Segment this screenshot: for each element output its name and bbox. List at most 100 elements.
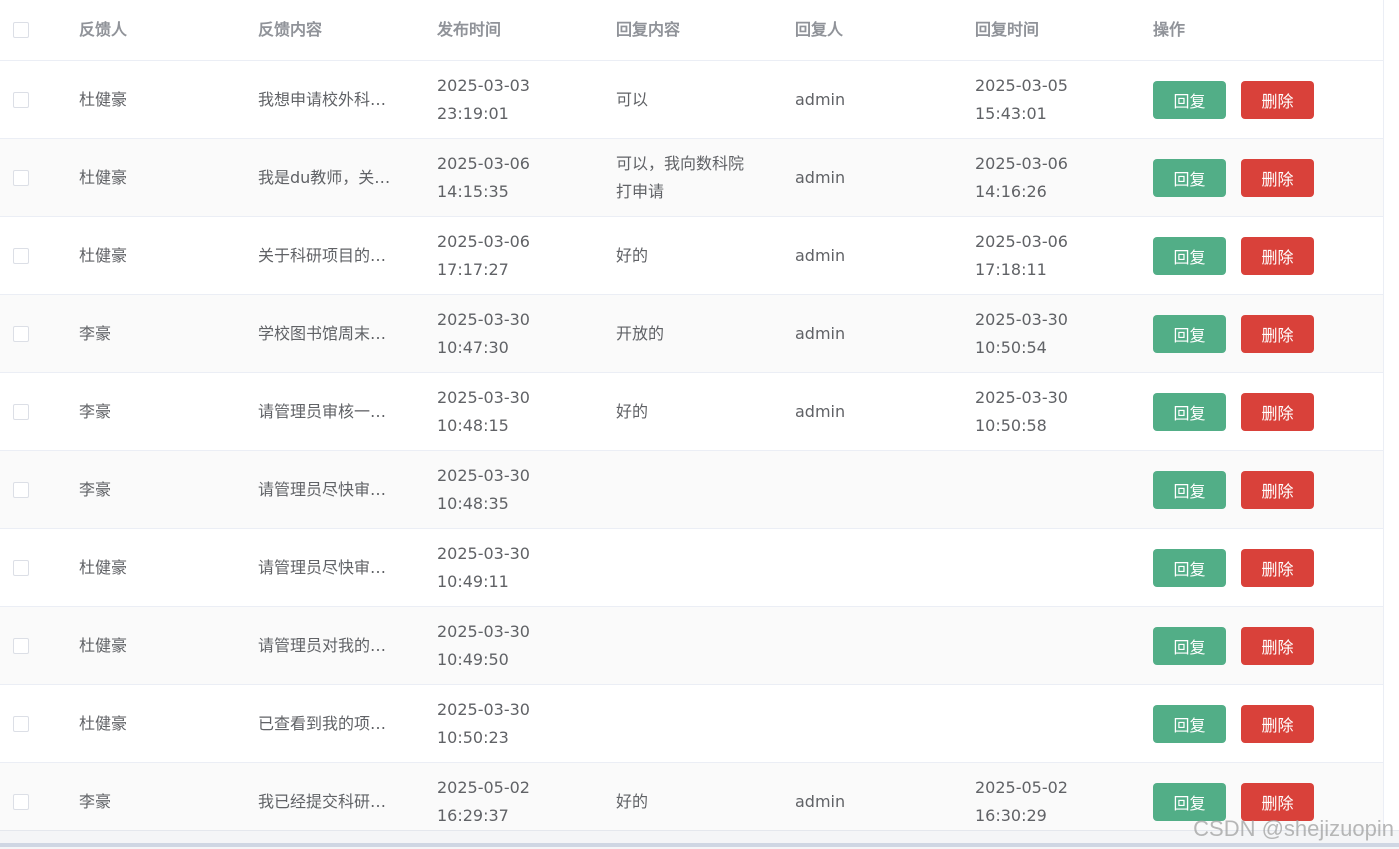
delete-button[interactable]: 删除 <box>1241 471 1314 509</box>
actions-cell: 回复删除 <box>1153 139 1383 216</box>
reply-button[interactable]: 回复 <box>1153 783 1226 821</box>
actions-cell: 回复删除 <box>1153 295 1383 372</box>
reply-time-cell <box>975 607 1145 684</box>
feedback-user: 李豪 <box>79 763 249 840</box>
row-checkbox[interactable] <box>13 170 29 186</box>
row-checkbox[interactable] <box>13 482 29 498</box>
reply-button[interactable]: 回复 <box>1153 627 1226 665</box>
reply-date: 2025-05-02 <box>975 774 1068 802</box>
row-checkbox[interactable] <box>13 326 29 342</box>
feedback-user: 李豪 <box>79 295 249 372</box>
delete-button[interactable]: 删除 <box>1241 705 1314 743</box>
publish-time-cell: 2025-03-3010:50:23 <box>437 685 607 762</box>
delete-button[interactable]: 删除 <box>1241 627 1314 665</box>
reply-date: 2025-03-30 <box>975 384 1068 412</box>
publish-clock: 17:17:27 <box>437 256 530 284</box>
actions-cell: 回复删除 <box>1153 529 1383 606</box>
replier: admin <box>795 373 965 450</box>
row-checkbox[interactable] <box>13 638 29 654</box>
table-row: 李豪请管理员尽快审…2025-03-3010:48:35回复删除 <box>0 451 1383 529</box>
delete-button[interactable]: 删除 <box>1241 393 1314 431</box>
row-checkbox[interactable] <box>13 404 29 420</box>
row-check-cell <box>13 607 31 684</box>
reply-button[interactable]: 回复 <box>1153 393 1226 431</box>
header-publish-time[interactable]: 发布时间 <box>437 0 607 60</box>
table-row: 杜健豪我想申请校外科…2025-03-0323:19:01可以admin2025… <box>0 61 1383 139</box>
feedback-content: 请管理员审核一… <box>258 373 428 450</box>
reply-content-cell <box>616 529 786 606</box>
select-all-cell <box>13 0 31 60</box>
publish-date: 2025-05-02 <box>437 774 530 802</box>
reply-content-line1: 好的 <box>616 398 648 426</box>
row-checkbox[interactable] <box>13 248 29 264</box>
reply-content-line2: 打申请 <box>616 178 744 206</box>
reply-content-cell: 可以，我向数科院打申请 <box>616 139 786 216</box>
reply-button[interactable]: 回复 <box>1153 237 1226 275</box>
reply-button[interactable]: 回复 <box>1153 315 1226 353</box>
delete-button[interactable]: 删除 <box>1241 549 1314 587</box>
feedback-user: 杜健豪 <box>79 217 249 294</box>
scrollbar-track[interactable] <box>0 843 1399 847</box>
table-row: 杜健豪关于科研项目的…2025-03-0617:17:27好的admin2025… <box>0 217 1383 295</box>
reply-button[interactable]: 回复 <box>1153 705 1226 743</box>
row-checkbox[interactable] <box>13 560 29 576</box>
publish-time-cell: 2025-03-0614:15:35 <box>437 139 607 216</box>
reply-time-cell: 2025-03-0515:43:01 <box>975 61 1145 138</box>
publish-time-cell: 2025-03-3010:47:30 <box>437 295 607 372</box>
reply-time-cell: 2025-03-3010:50:58 <box>975 373 1145 450</box>
table-row: 杜健豪已查看到我的项…2025-03-3010:50:23 回复删除 <box>0 685 1383 763</box>
feedback-content: 我已经提交科研… <box>258 763 428 840</box>
reply-clock: 14:16:26 <box>975 178 1068 206</box>
actions-cell: 回复删除 <box>1153 451 1383 528</box>
header-content[interactable]: 反馈内容 <box>258 0 428 60</box>
reply-content-cell: 好的 <box>616 763 786 840</box>
select-all-checkbox[interactable] <box>13 22 29 38</box>
reply-content-cell: 开放的 <box>616 295 786 372</box>
publish-clock: 10:48:15 <box>437 412 530 440</box>
header-replier[interactable]: 回复人 <box>795 0 965 60</box>
delete-button[interactable]: 删除 <box>1241 237 1314 275</box>
delete-button[interactable]: 删除 <box>1241 315 1314 353</box>
publish-date: 2025-03-30 <box>437 306 530 334</box>
feedback-table: 反馈人 反馈内容 发布时间 回复内容 回复人 回复时间 操作 杜健豪我想申请校外… <box>0 0 1384 830</box>
table-body: 杜健豪我想申请校外科…2025-03-0323:19:01可以admin2025… <box>0 61 1383 841</box>
row-checkbox[interactable] <box>13 92 29 108</box>
reply-date: 2025-03-05 <box>975 72 1068 100</box>
header-reply-content[interactable]: 回复内容 <box>616 0 786 60</box>
reply-button[interactable]: 回复 <box>1153 471 1226 509</box>
publish-date: 2025-03-06 <box>437 228 530 256</box>
reply-button[interactable]: 回复 <box>1153 159 1226 197</box>
feedback-content: 请管理员对我的… <box>258 607 428 684</box>
reply-content-line1: 好的 <box>616 242 648 270</box>
row-checkbox[interactable] <box>13 794 29 810</box>
publish-clock: 10:48:35 <box>437 490 530 518</box>
publish-date: 2025-03-30 <box>437 540 530 568</box>
publish-clock: 10:49:11 <box>437 568 530 596</box>
row-check-cell <box>13 139 31 216</box>
delete-button[interactable]: 删除 <box>1241 783 1314 821</box>
delete-button[interactable]: 删除 <box>1241 81 1314 119</box>
publish-clock: 10:49:50 <box>437 646 530 674</box>
reply-clock: 15:43:01 <box>975 100 1068 128</box>
horizontal-scrollbar[interactable] <box>0 830 1399 849</box>
publish-time-cell: 2025-03-3010:48:35 <box>437 451 607 528</box>
reply-button[interactable]: 回复 <box>1153 549 1226 587</box>
row-check-cell <box>13 373 31 450</box>
reply-time-cell <box>975 451 1145 528</box>
feedback-user: 李豪 <box>79 373 249 450</box>
feedback-content: 已查看到我的项… <box>258 685 428 762</box>
row-check-cell <box>13 529 31 606</box>
feedback-content: 我想申请校外科… <box>258 61 428 138</box>
row-checkbox[interactable] <box>13 716 29 732</box>
feedback-user: 杜健豪 <box>79 685 249 762</box>
reply-content-cell <box>616 607 786 684</box>
reply-button[interactable]: 回复 <box>1153 81 1226 119</box>
replier: admin <box>795 139 965 216</box>
publish-date: 2025-03-30 <box>437 618 530 646</box>
delete-button[interactable]: 删除 <box>1241 159 1314 197</box>
row-check-cell <box>13 295 31 372</box>
reply-date: 2025-03-30 <box>975 306 1068 334</box>
publish-time-cell: 2025-03-3010:49:50 <box>437 607 607 684</box>
header-name[interactable]: 反馈人 <box>79 0 249 60</box>
header-reply-time[interactable]: 回复时间 <box>975 0 1145 60</box>
